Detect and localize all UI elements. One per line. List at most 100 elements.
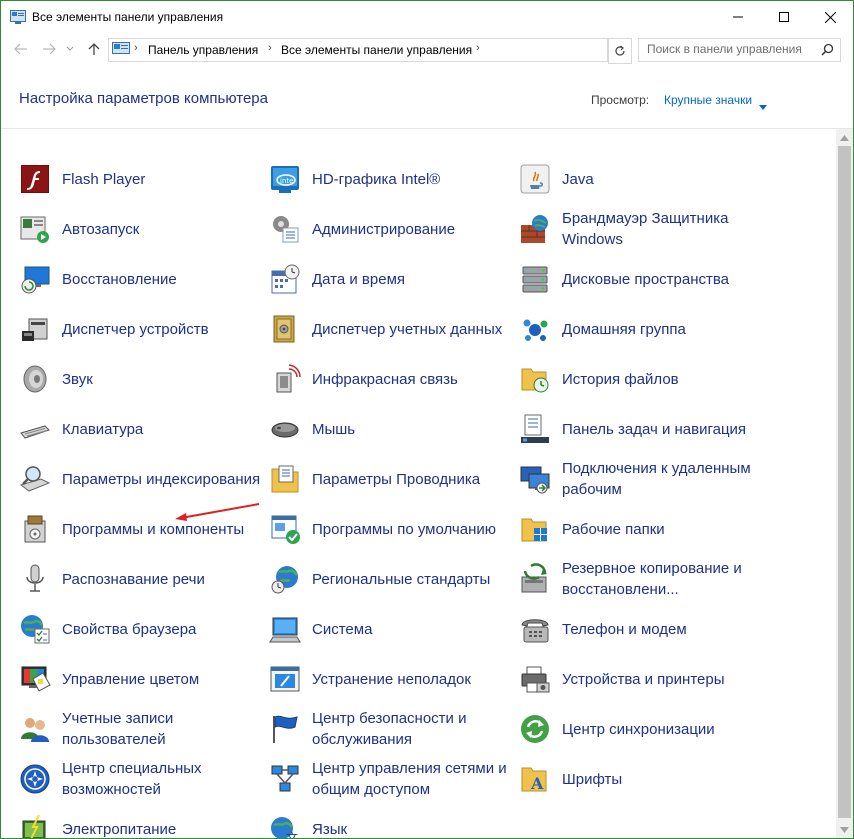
search-box[interactable]: [638, 38, 841, 62]
item-label: Телефон и модем: [562, 620, 687, 638]
item-backup[interactable]: Резервное копирование и восстановлени...: [519, 557, 764, 601]
item-label: Брандмауэр Защитника Windows: [562, 210, 729, 248]
item-troubleshooting[interactable]: Устранение неполадок: [269, 657, 514, 701]
chevron-down-icon: [66, 46, 74, 51]
item-system[interactable]: Система: [269, 607, 514, 651]
item-explorer-options[interactable]: Параметры Проводника: [269, 457, 514, 501]
item-label: Автозапуск: [62, 220, 140, 238]
item-autoplay[interactable]: Автозапуск: [19, 207, 264, 251]
default-programs-icon: [271, 515, 300, 544]
item-label: Панель задач и навигация: [562, 420, 747, 438]
breadcrumb-separator-icon[interactable]: ›: [476, 42, 480, 54]
address-bar[interactable]: › Панель управления › Все элементы панел…: [108, 38, 708, 62]
forward-button[interactable]: [41, 41, 57, 57]
item-label: Электропитание: [62, 820, 177, 838]
indexing-icon: [19, 466, 51, 492]
item-recovery[interactable]: Восстановление: [19, 257, 264, 301]
firewall-icon: [521, 215, 548, 243]
item-fonts[interactable]: A Шрифты: [519, 757, 764, 801]
admin-tools-icon: [273, 216, 299, 243]
item-infrared[interactable]: Инфракрасная связь: [269, 357, 514, 401]
item-java[interactable]: Java: [519, 157, 764, 201]
item-devices-printers[interactable]: Устройства и принтеры: [519, 657, 764, 701]
scroll-down-button[interactable]: [836, 821, 853, 838]
item-label: Домашняя группа: [562, 320, 686, 338]
up-button[interactable]: [86, 41, 102, 57]
fonts-icon: A: [521, 767, 547, 793]
svg-text:文: 文: [286, 830, 298, 838]
caret-down-icon[interactable]: [759, 97, 767, 115]
recent-locations-button[interactable]: [65, 41, 75, 57]
item-flash-player[interactable]: Flash Player: [19, 157, 264, 201]
date-time-icon: [271, 264, 300, 294]
item-intel-graphics[interactable]: intel HD-графика Intel®: [269, 157, 514, 201]
item-homegroup[interactable]: Домашняя группа: [519, 307, 764, 351]
item-security-maintenance[interactable]: Центр безопасности и обслуживания: [269, 707, 514, 751]
backup-icon: [521, 563, 547, 593]
vertical-scrollbar[interactable]: [836, 129, 853, 838]
scroll-thumb[interactable]: [838, 146, 851, 818]
back-button[interactable]: [13, 41, 29, 57]
item-mouse[interactable]: Мышь: [269, 407, 514, 451]
item-date-time[interactable]: Дата и время: [269, 257, 514, 301]
item-language[interactable]: 文 Язык: [269, 807, 514, 838]
item-region[interactable]: Региональные стандарты: [269, 557, 514, 601]
caret-down-icon: [840, 826, 849, 833]
item-firewall[interactable]: Брандмауэр Защитника Windows: [519, 207, 764, 251]
item-internet-options[interactable]: Свойства браузера: [19, 607, 264, 651]
close-button[interactable]: [807, 1, 853, 33]
work-folders-icon: [521, 518, 547, 542]
item-label: Центр безопасности и обслуживания: [312, 710, 467, 748]
item-device-manager[interactable]: Диспетчер устройств: [19, 307, 264, 351]
item-default-programs[interactable]: Программы по умолчанию: [269, 507, 514, 551]
item-admin-tools[interactable]: Администрирование: [269, 207, 514, 251]
item-network-center[interactable]: Центр управления сетями и общим доступом: [269, 757, 514, 801]
item-ease-of-access[interactable]: Центр специальных возможностей: [19, 757, 264, 801]
breadcrumb-separator-icon[interactable]: ›: [134, 42, 138, 54]
view-mode-selector[interactable]: Крупные значки: [664, 93, 752, 107]
item-color-management[interactable]: Управление цветом: [19, 657, 264, 701]
item-power-options[interactable]: Электропитание: [19, 807, 264, 838]
breadcrumb-control-panel[interactable]: Панель управления: [148, 43, 258, 57]
storage-spaces-icon: [522, 266, 548, 293]
item-storage-spaces[interactable]: Дисковые пространства: [519, 257, 764, 301]
programs-features-icon: [24, 515, 46, 543]
maximize-button[interactable]: [761, 1, 807, 33]
item-phone-modem[interactable]: Телефон и модем: [519, 607, 764, 651]
internet-options-icon: [21, 615, 50, 644]
control-panel-icon: [112, 42, 130, 61]
item-label: Устройства и принтеры: [562, 670, 725, 688]
refresh-button[interactable]: [608, 38, 632, 64]
item-label: Учетные записи пользователей: [62, 710, 174, 748]
item-file-history[interactable]: История файлов: [519, 357, 764, 401]
item-keyboard[interactable]: Клавиатура: [19, 407, 264, 451]
item-taskbar[interactable]: Панель задач и навигация: [519, 407, 764, 451]
item-label: Программы по умолчанию: [312, 520, 496, 538]
item-speech-recognition[interactable]: Распознавание речи: [19, 557, 264, 601]
sound-icon: [23, 365, 47, 393]
item-remote-connections[interactable]: Подключения к удаленным рабочим: [519, 457, 764, 501]
item-label: Устранение неполадок: [312, 670, 471, 688]
flash-player-icon: [21, 165, 49, 193]
ease-of-access-icon: [20, 764, 50, 794]
item-user-accounts[interactable]: Учетные записи пользователей: [19, 707, 264, 751]
java-icon: [520, 164, 550, 194]
scroll-up-button[interactable]: [836, 129, 853, 146]
item-sync-center[interactable]: Центр синхронизации: [519, 707, 764, 751]
item-credential-manager[interactable]: Диспетчер учетных данных: [269, 307, 514, 351]
system-icon: [269, 617, 301, 643]
view-label: Просмотр:: [591, 93, 650, 107]
title-bar: Все элементы панели управления: [1, 1, 853, 33]
breadcrumb-all-items[interactable]: Все элементы панели управления: [281, 43, 472, 57]
search-icon[interactable]: [821, 43, 834, 61]
search-input[interactable]: [639, 39, 817, 59]
item-work-folders[interactable]: Рабочие папки: [519, 507, 764, 551]
keyboard-icon: [20, 425, 50, 439]
item-sound[interactable]: Звук: [19, 357, 264, 401]
color-management-icon: [21, 666, 51, 692]
minimize-button[interactable]: [715, 1, 761, 33]
breadcrumb-separator-icon[interactable]: ›: [268, 42, 272, 54]
item-label: Дата и время: [312, 270, 406, 288]
back-arrow-icon: [14, 43, 27, 55]
item-indexing[interactable]: Параметры индексирования: [19, 457, 264, 501]
